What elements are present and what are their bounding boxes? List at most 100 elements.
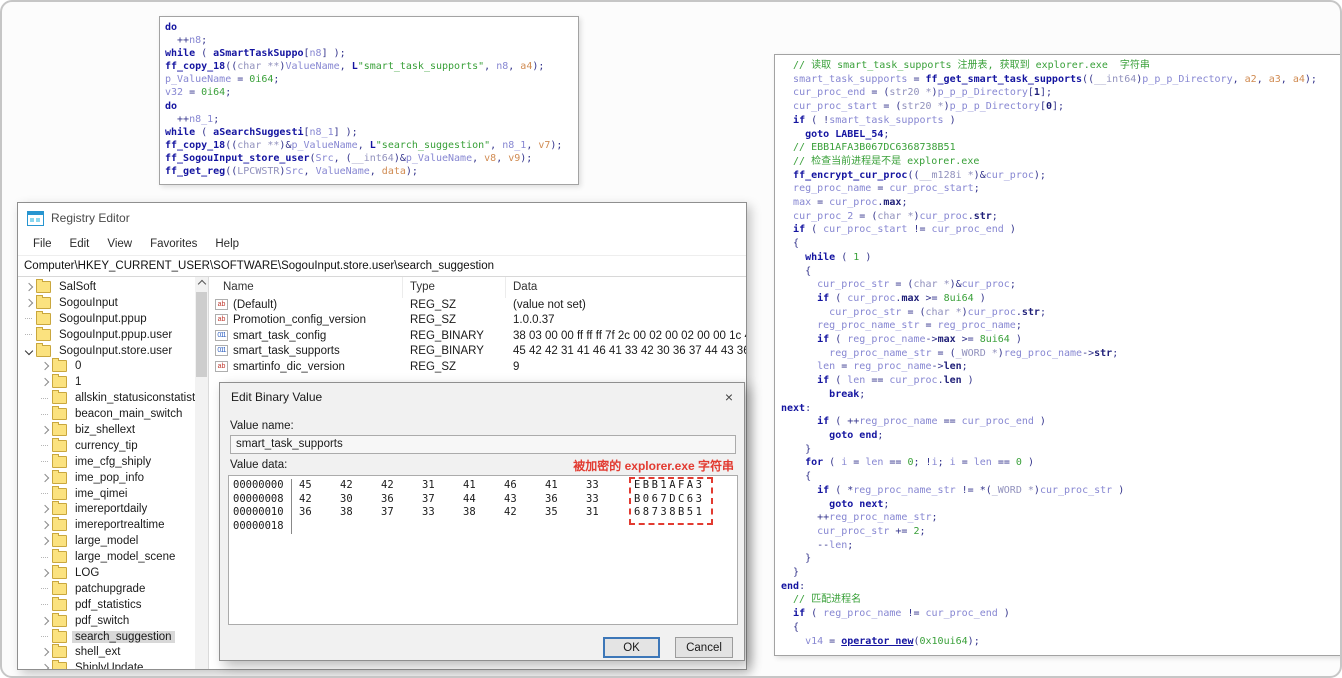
address-path: Computer\HKEY_CURRENT_USER\SOFTWARE\Sogo…	[24, 260, 494, 272]
value-name: (Default)	[233, 299, 278, 311]
tree-item-pdf_statistics[interactable]: pdf_statistics	[18, 596, 195, 613]
hex-editor[interactable]: 00000000 45 42 42 31 41 46 41 33 E B B 1 A F A 3 00000008…	[228, 475, 738, 625]
folder-icon	[36, 294, 51, 309]
tree-item-SogouInput.ppup[interactable]: SogouInput.ppup	[18, 310, 195, 327]
tree-item-label: biz_shellext	[75, 423, 136, 436]
tree-item-label: beacon_main_switch	[75, 408, 183, 421]
code-line: p_ValueName = 0i64;	[165, 74, 280, 86]
tree-item-label: SalSoft	[59, 280, 97, 293]
tree-item-patchupgrade[interactable]: patchupgrade	[18, 580, 195, 597]
tree-item-SalSoft[interactable]: SalSoft	[18, 278, 195, 295]
tree-stub	[38, 636, 51, 638]
tree-item-1[interactable]: 1	[18, 374, 195, 390]
code-line: // 检查当前进程是不是 explorer.exe	[781, 155, 980, 167]
registry-editor-icon	[27, 210, 44, 226]
value-data-label: Value data:	[230, 459, 288, 471]
code-line: ff_copy_18((char **)ValueName, L"smart_t…	[165, 61, 545, 73]
code-line: smart_task_supports = ff_get_smart_task_…	[793, 73, 1317, 85]
value-data: 1.0.0.37	[513, 314, 555, 327]
tree-item-ime_pop_info[interactable]: ime_pop_info	[18, 469, 195, 486]
folder-icon	[52, 453, 67, 468]
menu-favorites[interactable]: Favorites	[141, 238, 206, 250]
tree-item-currency_tip[interactable]: currency_tip	[18, 437, 195, 454]
tree-item-allskin_statusiconstatistics[interactable]: allskin_statusiconstatistics	[18, 390, 195, 406]
ok-button[interactable]: OK	[603, 637, 660, 658]
hex-ascii-char: E	[634, 479, 641, 491]
scrollbar-thumb[interactable]	[196, 292, 207, 377]
tree-item-biz_shellext[interactable]: biz_shellext	[18, 421, 195, 438]
hex-byte: 42	[340, 479, 353, 491]
registry-value-row[interactable]: ab smartinfo_dic_version REG_SZ 9	[209, 360, 746, 375]
address-bar[interactable]: Computer\HKEY_CURRENT_USER\SOFTWARE\Sogo…	[18, 256, 746, 277]
folder-icon	[36, 342, 51, 357]
code-line: cur_proc_start = (str20 *)p_p_p_Director…	[793, 101, 1065, 113]
hex-offset: 00000000	[233, 479, 284, 491]
column-header-data[interactable]: Data	[504, 277, 537, 298]
tree-item-large_model_scene[interactable]: large_model_scene	[18, 549, 195, 565]
hex-ascii-char: B	[634, 492, 641, 505]
registry-title-bar[interactable]: Registry Editor	[18, 203, 746, 233]
tree-item-pdf_switch[interactable]: pdf_switch	[18, 612, 195, 629]
tree-stub	[22, 318, 35, 320]
tree-item-SogouInput.store.user[interactable]: SogouInput.store.user	[18, 342, 195, 359]
code-line: {	[781, 471, 812, 483]
tree-item-beacon_main_switch[interactable]: beacon_main_switch	[18, 406, 195, 422]
tree-item-shell_ext[interactable]: shell_ext	[18, 644, 195, 660]
tree-item-SogouInput.ppup.user[interactable]: SogouInput.ppup.user	[18, 326, 195, 343]
folder-icon	[52, 390, 67, 405]
dialog-title-bar[interactable]: Edit Binary Value ×	[220, 383, 744, 411]
value-data: 45 42 42 31 41 46 41 33 42 30 36 37 44 4…	[513, 345, 746, 358]
hex-byte: 36	[299, 506, 312, 519]
tree-item-search_suggestion[interactable]: search_suggestion	[18, 628, 195, 645]
column-header-type[interactable]: Type	[402, 277, 435, 298]
tree-item-LOG[interactable]: LOG	[18, 564, 195, 581]
registry-value-row[interactable]: ab Promotion_config_version REG_SZ 1.0.0.37	[209, 313, 746, 328]
tree-item-0[interactable]: 0	[18, 358, 195, 374]
menu-file[interactable]: File	[24, 238, 61, 250]
folder-icon	[36, 278, 51, 293]
tree-item-large_model[interactable]: large_model	[18, 533, 195, 549]
close-icon[interactable]: ×	[725, 389, 733, 405]
hex-byte: 46	[504, 479, 517, 491]
tree-item-SogouInput[interactable]: SogouInput	[18, 294, 195, 311]
value-list-header: Name Type Data	[209, 277, 746, 298]
code-line: {	[781, 238, 800, 250]
tree-item-ShiplyUpdate[interactable]: ShiplyUpdate	[18, 660, 195, 669]
code-line: ++reg_proc_name_str;	[781, 512, 938, 524]
tree-scrollbar[interactable]	[195, 277, 208, 669]
registry-value-row[interactable]: ab (Default) REG_SZ (value not set)	[209, 298, 746, 313]
code-line: reg_proc_name = cur_proc_start;	[793, 183, 980, 195]
code-line: if ( ++reg_proc_name == cur_proc_end )	[817, 416, 1046, 428]
tree-item-ime_qimei[interactable]: ime_qimei	[18, 485, 195, 502]
registry-value-row[interactable]: 011 smart_task_config REG_BINARY 38 03 00 0…	[209, 329, 746, 344]
menu-view[interactable]: View	[98, 238, 141, 250]
hex-ascii-char: B	[678, 506, 685, 519]
scroll-up-button[interactable]	[195, 277, 208, 291]
tree-item-label: ShiplyUpdate	[75, 662, 144, 669]
folder-icon	[36, 310, 51, 325]
column-header-name[interactable]: Name	[223, 281, 254, 293]
folder-icon	[52, 628, 67, 643]
tree-item-label: large_model_scene	[75, 551, 176, 564]
cancel-button[interactable]: Cancel	[675, 637, 733, 658]
folder-icon	[52, 549, 67, 564]
tree-item-imereportrealtime[interactable]: imereportrealtime	[18, 517, 195, 533]
hex-ascii-char: D	[669, 492, 676, 505]
tree-item-ime_cfg_shiply[interactable]: ime_cfg_shiply	[18, 453, 195, 470]
chevron-up-icon	[197, 279, 206, 289]
registry-value-row[interactable]: 011 smart_task_supports REG_BINARY 45 42 42…	[209, 344, 746, 359]
hex-ascii-char: 5	[686, 506, 694, 519]
tree-item-label: pdf_statistics	[75, 598, 142, 611]
annotation-encrypted-string: 被加密的 explorer.exe 字符串	[573, 459, 734, 473]
value-name-field[interactable]: smart_task_supports	[230, 435, 736, 454]
folder-icon	[52, 485, 67, 500]
code-line: // 匹配进程名	[781, 594, 862, 606]
tree-item-imereportdaily[interactable]: imereportdaily	[18, 501, 195, 517]
code-line: if ( reg_proc_name->max >= 8ui64 )	[817, 334, 1022, 346]
code-line: cur_proc_str = (char *)cur_proc.str;	[829, 306, 1046, 318]
hex-ascii-char: 1	[660, 479, 667, 491]
tree-item-label: imereportdaily	[75, 503, 148, 516]
menu-help[interactable]: Help	[206, 238, 248, 250]
menu-edit[interactable]: Edit	[61, 238, 99, 250]
chevron-right-icon	[38, 473, 51, 482]
